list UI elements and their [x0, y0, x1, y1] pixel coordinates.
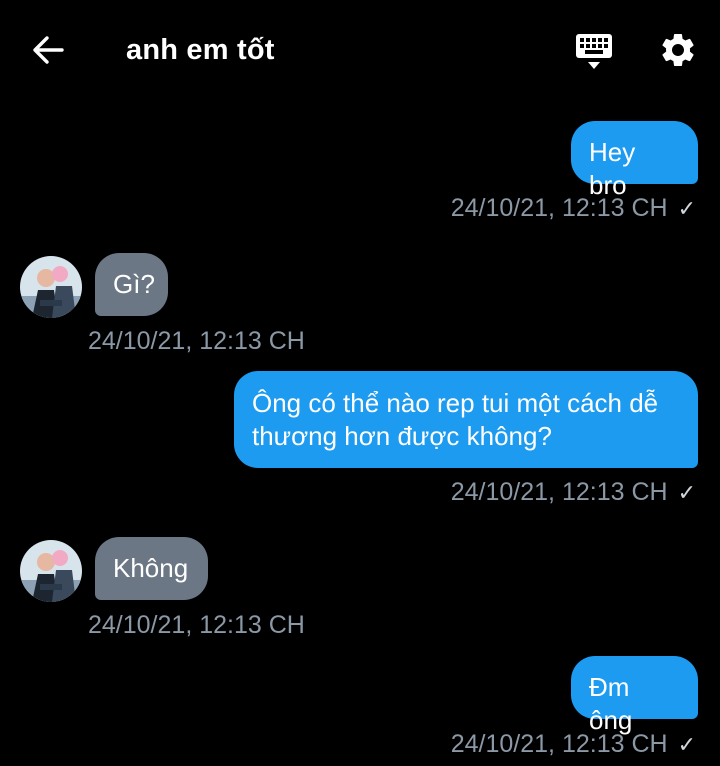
message-text: Đm ông	[589, 672, 633, 735]
message-bubble-incoming[interactable]: Không	[95, 537, 208, 600]
conversation-title: anh em tốt	[126, 34, 275, 66]
avatar-image	[20, 256, 82, 318]
message-text-line: thương hơn được không?	[252, 421, 552, 451]
back-button[interactable]	[28, 30, 68, 70]
message-timestamp: 24/10/21, 12:13 CH ✓	[450, 478, 696, 506]
message-bubble-incoming[interactable]: Gì?	[95, 253, 168, 316]
avatar[interactable]	[20, 256, 82, 318]
message-text: Không	[113, 553, 189, 583]
message-timestamp: 24/10/21, 12:13 CH	[88, 327, 305, 355]
settings-button[interactable]	[658, 30, 698, 70]
avatar-image	[20, 540, 82, 602]
message-text: Hey bro	[589, 137, 636, 200]
message-text: Gì?	[113, 269, 155, 299]
message-timestamp: 24/10/21, 12:13 CH ✓	[450, 730, 696, 758]
message-timestamp: 24/10/21, 12:13 CH ✓	[450, 194, 696, 222]
message-bubble-outgoing[interactable]: Hey bro	[571, 121, 698, 200]
arrow-left-icon	[33, 36, 64, 64]
keyboard-button[interactable]	[574, 32, 614, 72]
keyboard-icon	[576, 34, 612, 69]
message-bubble-outgoing[interactable]: Đm ông	[571, 656, 698, 735]
sent-check-icon: ✓	[677, 732, 696, 757]
message-text-line: Ông có thể nào rep tui một cách dễ	[252, 388, 659, 418]
top-bar: anh em tốt	[0, 0, 720, 100]
message-timestamp: 24/10/21, 12:13 CH	[88, 611, 305, 639]
sent-check-icon: ✓	[677, 480, 696, 505]
avatar[interactable]	[20, 540, 82, 602]
message-bubble-outgoing[interactable]: Ông có thể nào rep tui một cách dễ thươn…	[234, 371, 698, 468]
gear-icon	[662, 33, 694, 66]
sent-check-icon: ✓	[677, 196, 696, 221]
